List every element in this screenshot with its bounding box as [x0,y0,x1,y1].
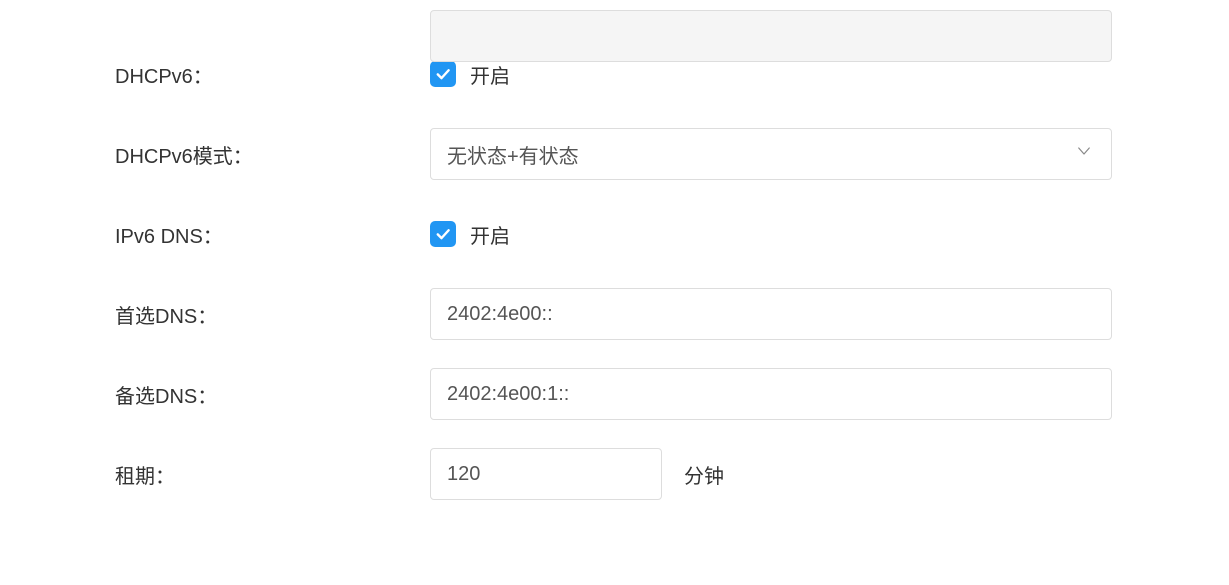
row-ipv6-dns: IPv6 DNS： 开启 [0,208,1229,260]
check-icon [434,225,452,243]
ipv6-dns-checkbox[interactable] [430,221,456,247]
ipv6-dns-checkbox-label: 开启 [470,220,510,249]
settings-form: DHCPv6： 开启 DHCPv6模式： 无状态+有状态 [0,48,1229,500]
label-lease: 租期： [0,460,430,489]
row-primary-dns: 首选DNS： [0,288,1229,340]
secondary-dns-input[interactable] [430,368,1112,420]
label-secondary-dns: 备选DNS： [0,380,430,409]
check-icon [434,65,452,83]
row-secondary-dns: 备选DNS： [0,368,1229,420]
label-dhcpv6: DHCPv6： [0,60,430,89]
primary-dns-input[interactable] [430,288,1112,340]
label-ipv6-dns: IPv6 DNS： [0,220,430,249]
dhcpv6-checkbox-wrap: 开启 [430,60,510,89]
lease-unit-label: 分钟 [684,460,724,489]
dhcpv6-mode-value: 无状态+有状态 [447,140,579,169]
lease-input[interactable] [430,448,662,500]
label-dhcpv6-mode: DHCPv6模式： [0,140,430,169]
label-primary-dns: 首选DNS： [0,300,430,329]
dhcpv6-checkbox[interactable] [430,61,456,87]
dhcpv6-checkbox-label: 开启 [470,60,510,89]
ipv6-dns-checkbox-wrap: 开启 [430,220,510,249]
disabled-field-above [430,10,1112,62]
row-lease: 租期： 分钟 [0,448,1229,500]
dhcpv6-mode-select[interactable]: 无状态+有状态 [430,128,1112,180]
chevron-down-icon [1075,142,1093,166]
row-dhcpv6-mode: DHCPv6模式： 无状态+有状态 [0,128,1229,180]
